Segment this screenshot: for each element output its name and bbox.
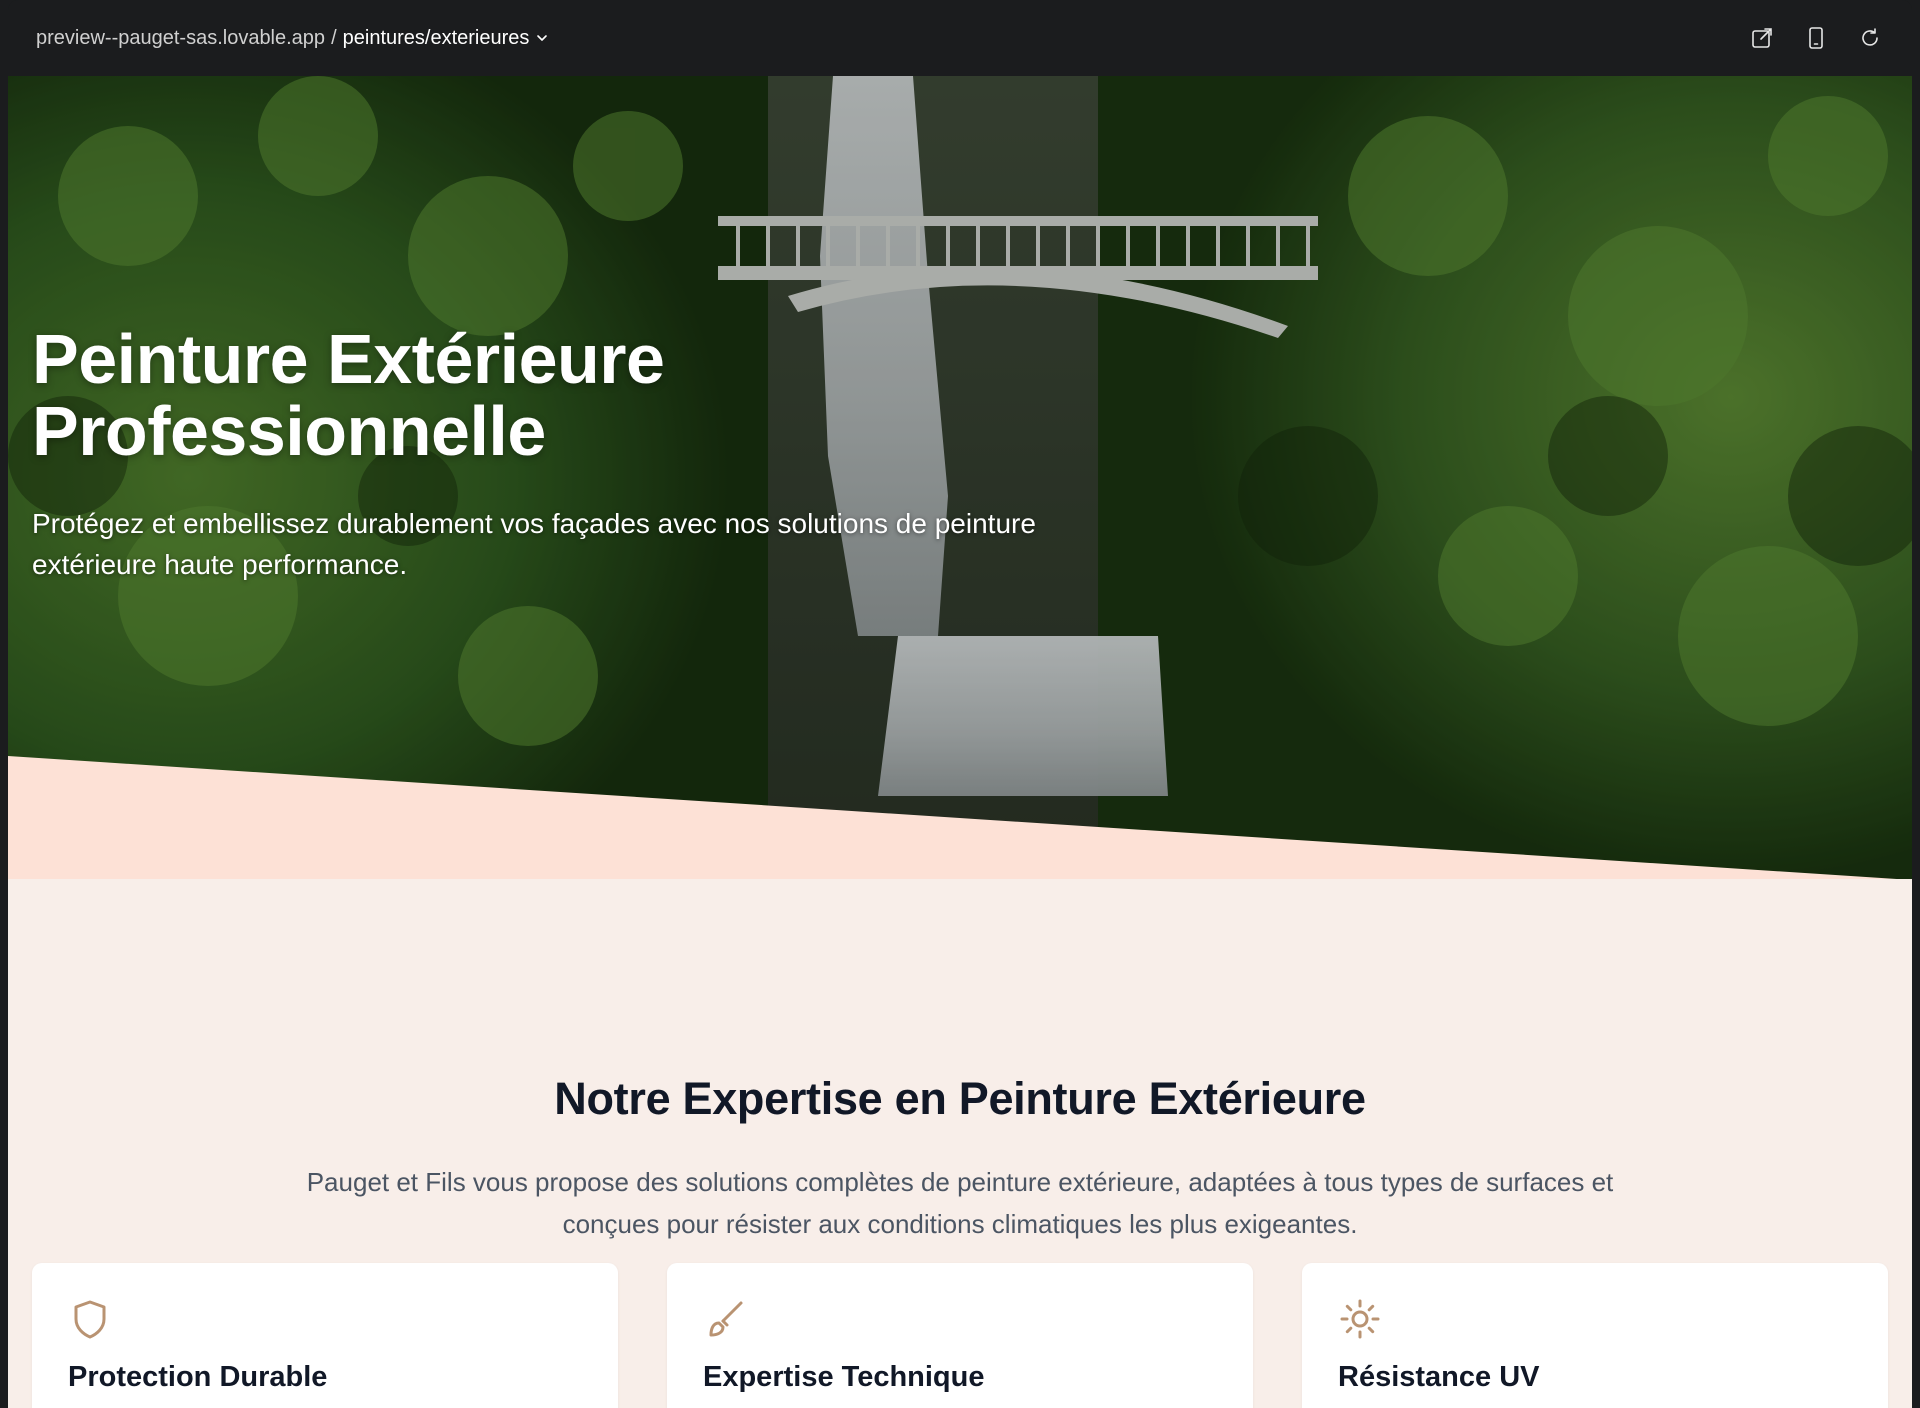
paintbrush-icon <box>709 1301 743 1337</box>
url-separator: / <box>331 26 337 49</box>
url-path[interactable]: peintures/exterieures <box>343 27 530 50</box>
feature-card-title: Protection Durable <box>68 1361 328 1393</box>
hero-diagonal-divider <box>8 756 1897 879</box>
mobile-preview-icon[interactable] <box>1804 26 1828 50</box>
address-bar-actions <box>1750 0 1912 76</box>
feature-card-expertise: Expertise Technique <box>667 1263 1253 1408</box>
feature-card-protection: Protection Durable <box>32 1263 618 1408</box>
section-title: Notre Expertise en Peinture Extérieure <box>554 1073 1366 1124</box>
url-host: preview--pauget-sas.lovable.app <box>36 26 326 49</box>
hero-title: Peinture Extérieure Professionnelle <box>32 323 1232 467</box>
section-description: Pauget et Fils vous propose des solution… <box>306 1167 1614 1239</box>
feature-card-uv: Résistance UV <box>1302 1263 1888 1408</box>
feature-card-title: Expertise Technique <box>703 1361 985 1393</box>
feature-card-title: Résistance UV <box>1338 1361 1540 1393</box>
open-external-icon[interactable] <box>1750 26 1774 50</box>
feature-cards: Protection Durable Expertise Technique R… <box>32 1263 1888 1408</box>
page-viewport: Peinture Extérieure Professionnelle Prot… <box>8 76 1912 1408</box>
address-bar[interactable]: preview--pauget-sas.lovable.app / peintu… <box>8 0 1912 76</box>
hero-title-line1: Peinture Extérieure <box>32 320 665 398</box>
browser-frame: preview--pauget-sas.lovable.app / peintu… <box>8 0 1912 1408</box>
shield-icon <box>74 1300 106 1339</box>
hero-content: Peinture Extérieure Professionnelle Prot… <box>32 323 1232 585</box>
sun-icon <box>1340 1299 1380 1339</box>
hero-title-line2: Professionnelle <box>32 392 546 470</box>
hero-subtitle: Protégez et embellissez durablement vos … <box>32 508 1036 580</box>
chevron-down-icon[interactable] <box>535 31 549 45</box>
refresh-icon[interactable] <box>1858 26 1882 50</box>
hero-section: Peinture Extérieure Professionnelle Prot… <box>8 76 1912 879</box>
expertise-section: Notre Expertise en Peinture Extérieure P… <box>8 879 1912 1245</box>
